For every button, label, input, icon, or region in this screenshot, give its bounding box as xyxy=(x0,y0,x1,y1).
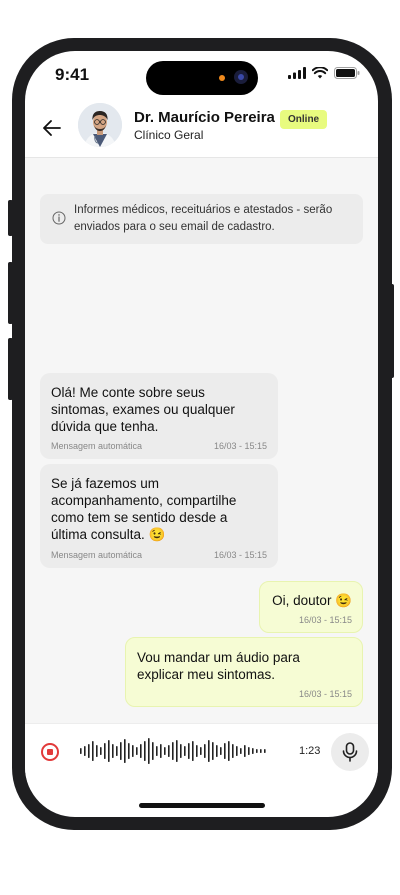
back-arrow-icon[interactable] xyxy=(41,117,63,139)
waveform-bar xyxy=(212,742,214,760)
message-bubble-outgoing: Oi, doutor 😉 16/03 - 15:15 xyxy=(259,581,363,633)
waveform-bar xyxy=(156,746,158,756)
waveform-icon xyxy=(80,738,266,764)
waveform-bar xyxy=(100,747,102,755)
camera-icon xyxy=(234,70,248,84)
status-time: 9:41 xyxy=(55,65,90,84)
doctor-specialty: Clínico Geral xyxy=(134,128,204,142)
message-bubble-incoming: Olá! Me conte sobre seus sintomas, exame… xyxy=(40,373,278,459)
dynamic-island xyxy=(146,61,258,95)
waveform-bar xyxy=(168,745,170,757)
message-auto-label: Mensagem automática xyxy=(51,441,143,451)
stop-record-icon[interactable] xyxy=(41,743,59,761)
wifi-icon xyxy=(312,67,328,79)
home-indicator xyxy=(139,803,265,808)
waveform-bar xyxy=(232,744,234,758)
waveform-bar xyxy=(188,743,190,759)
waveform-bar xyxy=(132,745,134,757)
microphone-button[interactable] xyxy=(331,733,369,771)
waveform-bar xyxy=(108,740,110,762)
doctor-avatar[interactable] xyxy=(78,103,122,147)
waveform-bar xyxy=(228,741,230,761)
waveform-bar xyxy=(140,744,142,758)
message-bubble-outgoing: Vou mandar um áudio para explicar meu si… xyxy=(125,637,363,707)
phone-screen: 9:41 Dr. Maurício Pereira Clínico Geral … xyxy=(25,51,378,817)
waveform-bar xyxy=(164,747,166,755)
waveform-bar xyxy=(208,740,210,762)
waveform-bar xyxy=(184,746,186,756)
status-icons xyxy=(288,67,360,79)
microphone-icon xyxy=(342,742,358,762)
waveform-bar xyxy=(124,739,126,763)
info-notice-text: Informes médicos, receituários e atestad… xyxy=(74,204,333,233)
waveform-bar xyxy=(220,747,222,755)
audio-recorder-bar: 1:23 xyxy=(25,723,378,790)
waveform-bar xyxy=(96,745,98,757)
waveform-bar xyxy=(104,743,106,759)
doctor-portrait-icon xyxy=(78,103,122,147)
signal-icon xyxy=(288,67,306,79)
status-bar: 9:41 xyxy=(25,51,378,99)
waveform-bar xyxy=(260,749,262,753)
message-text: Vou mandar um áudio para explicar meu si… xyxy=(137,650,300,682)
recording-duration: 1:23 xyxy=(299,745,321,757)
waveform-bar xyxy=(148,738,150,764)
waveform-bar xyxy=(252,748,254,754)
waveform-bar xyxy=(244,745,246,757)
waveform-bar xyxy=(180,744,182,758)
waveform-bar xyxy=(152,742,154,760)
phone-side-button xyxy=(8,262,13,324)
waveform-bar xyxy=(256,749,258,753)
message-timestamp: 16/03 - 15:15 xyxy=(298,615,352,625)
online-status-badge: Online xyxy=(280,110,328,129)
waveform-bar xyxy=(160,744,162,758)
waveform-bar xyxy=(176,740,178,762)
waveform-bar xyxy=(224,743,226,759)
message-timestamp: 16/03 - 15:15 xyxy=(213,550,267,560)
waveform-bar xyxy=(236,746,238,756)
info-notice: Informes médicos, receituários e atestad… xyxy=(40,194,363,244)
waveform-bar xyxy=(116,746,118,756)
battery-icon xyxy=(334,67,360,79)
message-timestamp: 16/03 - 15:15 xyxy=(213,441,267,451)
waveform-bar xyxy=(204,744,206,758)
waveform-bar xyxy=(196,745,198,757)
waveform-bar xyxy=(120,742,122,760)
message-text: Se já fazemos um acompanhamento, compart… xyxy=(51,476,237,542)
waveform-bar xyxy=(200,747,202,755)
message-bubble-incoming: Se já fazemos um acompanhamento, compart… xyxy=(40,464,278,568)
waveform-bar xyxy=(216,745,218,757)
waveform-bar xyxy=(112,744,114,758)
waveform-bar xyxy=(240,748,242,754)
phone-side-button xyxy=(8,200,13,236)
waveform-bar xyxy=(192,741,194,761)
chat-header: Dr. Maurício Pereira Clínico Geral Onlin… xyxy=(25,101,378,158)
waveform-bar xyxy=(264,749,266,753)
waveform-bar xyxy=(84,746,86,756)
waveform-bar xyxy=(80,748,82,754)
waveform-bar xyxy=(136,747,138,755)
message-timestamp: 16/03 - 15:15 xyxy=(298,689,352,699)
message-text: Olá! Me conte sobre seus sintomas, exame… xyxy=(51,385,235,434)
waveform-bar xyxy=(92,741,94,761)
waveform-bar xyxy=(248,747,250,755)
doctor-name: Dr. Maurício Pereira xyxy=(134,109,275,126)
phone-side-button xyxy=(389,284,394,378)
waveform-bar xyxy=(128,743,130,759)
waveform-bar xyxy=(172,742,174,760)
waveform-bar xyxy=(144,741,146,761)
phone-side-button xyxy=(8,338,13,400)
privacy-indicator xyxy=(219,75,225,81)
waveform-bar xyxy=(88,744,90,758)
message-text: Oi, doutor 😉 xyxy=(272,593,352,608)
info-icon xyxy=(52,211,66,225)
message-auto-label: Mensagem automática xyxy=(51,550,143,560)
